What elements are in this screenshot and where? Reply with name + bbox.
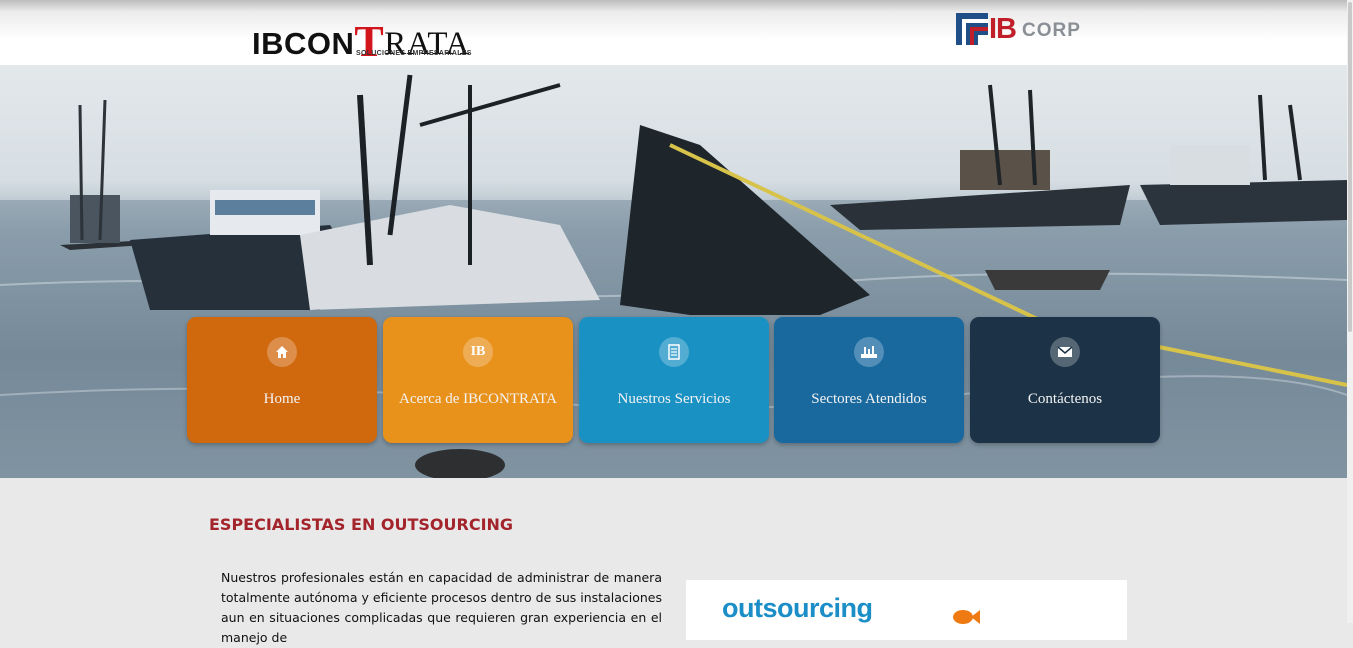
nav-tile-sectores[interactable]: Sectores Atendidos	[774, 317, 964, 443]
nav-label-home: Home	[263, 391, 301, 407]
ibcorp-mark-icon	[956, 13, 988, 45]
industry-icon	[854, 337, 884, 367]
nav-label-servicios: Nuestros Servicios	[617, 391, 731, 407]
ibcorp-logo[interactable]: IB CORP	[956, 13, 1096, 47]
logo-accent: T	[354, 17, 385, 66]
nav-label-sectores: Sectores Atendidos	[811, 391, 927, 407]
nav-label-contacto: Contáctenos	[1027, 391, 1103, 407]
ibcorp-ib: IB	[989, 13, 1017, 45]
nav-tile-contacto[interactable]: Contáctenos	[970, 317, 1160, 443]
nav-tile-servicios[interactable]: Nuestros Servicios	[579, 317, 769, 443]
logo-tagline: SOLUCIONES EMPRESARIALES	[356, 50, 472, 57]
logo-prefix: IBCON	[252, 26, 355, 61]
home-icon	[267, 337, 297, 367]
nav-tile-home[interactable]: Home	[187, 317, 377, 443]
ibcontrata-logo[interactable]: IBCONTRATA SOLUCIONES EMPRESARIALES	[252, 6, 482, 66]
document-icon	[659, 337, 689, 367]
site-header: IBCONTRATA SOLUCIONES EMPRESARIALES IB C…	[0, 0, 1353, 66]
intro-paragraph: Nuestros profesionales están en capacida…	[221, 570, 662, 645]
scrollbar-thumb[interactable]	[1348, 2, 1352, 332]
outsourcing-image: outsourcing	[686, 580, 1127, 640]
ibcorp-word: CORP	[1022, 20, 1081, 41]
ib-icon: IB	[463, 337, 493, 367]
scrollbar[interactable]	[1347, 0, 1353, 623]
nav-tile-acerca[interactable]: IB Acerca de IBCONTRATA	[383, 317, 573, 443]
logo-wordmark: IBCONTRATA	[252, 14, 470, 66]
envelope-icon	[1050, 337, 1080, 367]
promo-word: outsourcing	[722, 593, 873, 623]
nav-label-acerca: Acerca de IBCONTRATA	[399, 391, 557, 407]
section-title: ESPECIALISTAS EN OUTSOURCING	[209, 515, 514, 534]
main-navigation: Home IB Acerca de IBCONTRATA Nuestros Se…	[187, 317, 1162, 443]
ib-icon-text: IB	[470, 344, 486, 359]
